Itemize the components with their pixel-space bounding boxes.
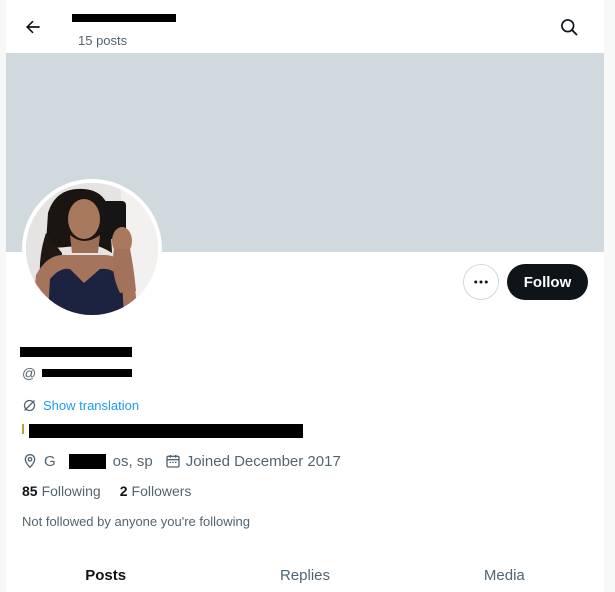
followers-link[interactable]: 2 Followers (120, 483, 192, 499)
more-horizontal-icon (474, 280, 488, 284)
search-icon (561, 19, 578, 36)
back-button[interactable] (18, 12, 48, 42)
following-link[interactable]: 85 Following (22, 483, 101, 499)
avatar-photo (26, 183, 158, 315)
show-translation-label: Show translation (43, 398, 140, 413)
followers-label: Followers (131, 483, 192, 499)
header-name-redacted (72, 14, 176, 22)
avatar[interactable] (22, 179, 162, 319)
calendar-icon (166, 455, 180, 468)
tab-replies[interactable]: Replies (205, 558, 404, 592)
following-count: 85 (22, 483, 38, 499)
followers-count: 2 (119, 483, 128, 499)
follow-counts: 85 Following 2 Followers (22, 483, 191, 499)
handle-prefix: @ (22, 365, 37, 381)
follow-button[interactable]: Follow (507, 264, 588, 300)
bio-redacted (29, 424, 303, 438)
tab-media[interactable]: Media (405, 558, 604, 592)
location-redacted (68, 453, 106, 469)
joined-label: Joined December 2017 (185, 452, 341, 470)
tab-posts[interactable]: Posts (6, 558, 205, 592)
more-button[interactable] (463, 264, 499, 300)
location: G os, sp (22, 453, 153, 470)
location-end: os, sp (112, 452, 153, 470)
arrow-left-icon (26, 20, 40, 34)
profile-header: 15 posts (6, 0, 604, 53)
search-button[interactable] (554, 12, 584, 42)
not-followed-text: Not followed by anyone you're following (22, 514, 250, 529)
display-name-redacted (20, 347, 132, 357)
joined-date: Joined December 2017 (165, 453, 341, 470)
location-pin-icon (24, 453, 36, 469)
bio-edge (22, 424, 24, 434)
profile-page: 15 posts Follow @ Show translation G os,… (6, 0, 604, 592)
following-label: Following (41, 483, 101, 499)
header-posts-count: 15 posts (78, 33, 128, 48)
profile-tabs: Posts Replies Media (6, 558, 604, 592)
show-translation-link[interactable]: Show translation (22, 398, 139, 413)
location-start: G (44, 452, 56, 470)
translate-icon (23, 399, 36, 412)
handle-redacted (42, 369, 132, 377)
profile-meta: G os, sp Joined December 2017 (22, 451, 341, 471)
